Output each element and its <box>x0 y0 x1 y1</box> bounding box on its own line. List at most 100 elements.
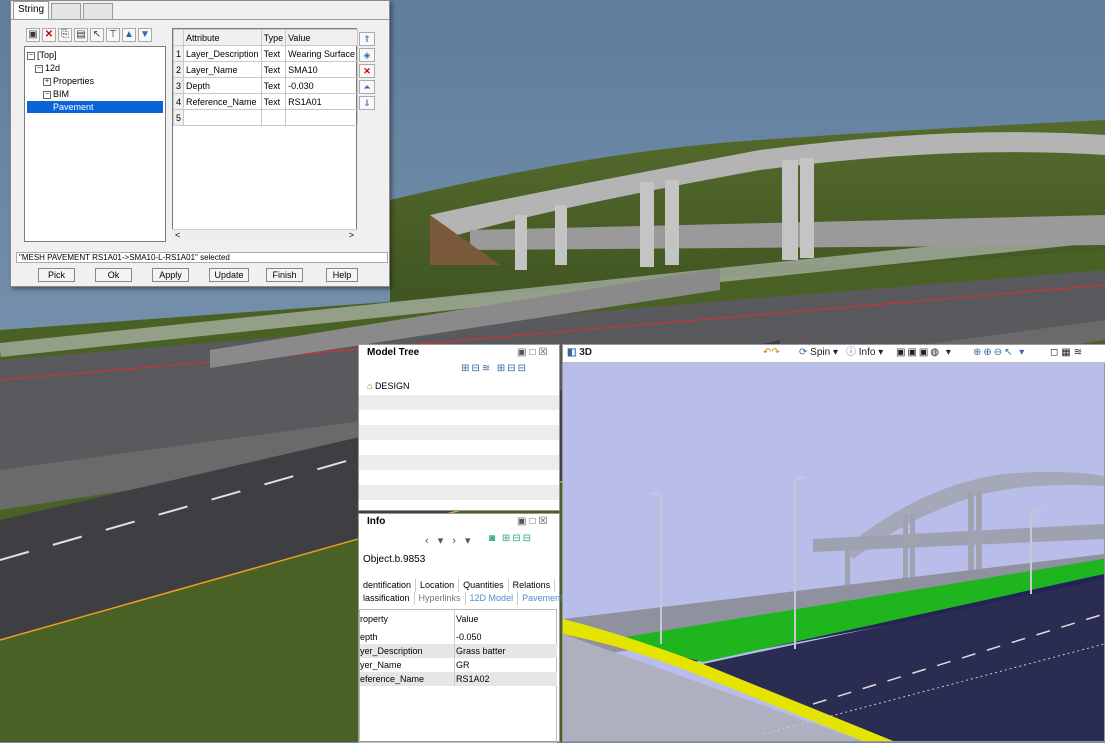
collapse-icon[interactable]: − <box>27 51 35 60</box>
down-icon[interactable]: ▼ <box>138 28 152 42</box>
tree-node-12d[interactable]: −12d <box>35 62 60 74</box>
update-button[interactable]: Update <box>209 268 249 282</box>
undo-redo-icons[interactable]: ↶↷ <box>763 345 780 361</box>
move-up-icon[interactable]: ⇑ <box>359 32 375 46</box>
table-row[interactable]: 3 Depth Text -0.030 <box>172 77 358 94</box>
scroll-right-icon[interactable]: > <box>349 230 354 240</box>
ok-button[interactable]: Ok <box>95 268 132 282</box>
cell-value[interactable]: RS1A01 <box>285 93 358 110</box>
status-bar: "MESH PAVEMENT RS1A01->SMA10-L-RS1A01" s… <box>16 252 388 263</box>
layout-icons[interactable]: ◻▦≋ <box>1050 345 1085 361</box>
cell-value[interactable]: -0.030 <box>285 77 358 94</box>
cell-value[interactable] <box>285 109 358 126</box>
info-dropdown[interactable]: ⓘ Info ▾ <box>846 345 883 361</box>
tree-node-design[interactable]: ⌂ DESIGN <box>367 381 409 391</box>
3d-viewport[interactable] <box>563 364 1104 741</box>
up-icon[interactable]: ▲ <box>122 28 136 42</box>
new-icon[interactable]: ▣ <box>26 28 40 42</box>
collapse-icon[interactable]: − <box>35 64 43 73</box>
tab-2[interactable] <box>51 3 81 19</box>
table-row[interactable]: yer_Description Grass batter <box>360 644 557 658</box>
3d-view-panel: ◧ 3D ↶↷ ⟳ Spin ▾ ⓘ Info ▾ ▣▣▣◍ ▾ ⊕⊕⊖↖ ▾ … <box>562 344 1105 742</box>
table-row[interactable]: eference_Name RS1A02 <box>360 672 557 686</box>
paste-icon[interactable]: ▤ <box>74 28 88 42</box>
attribute-table: Attribute Type Value 1 Layer_Description T… <box>172 29 358 126</box>
move-top-icon[interactable]: ⏶ <box>359 80 375 94</box>
building-icon: ⌂ <box>367 381 375 391</box>
property-table: roperty Value epth -0.050 yer_Description G… <box>359 609 557 743</box>
tab-location[interactable]: Location <box>416 579 460 592</box>
cell-type[interactable] <box>260 109 287 126</box>
help-button[interactable]: Help <box>326 268 358 282</box>
cell-type[interactable]: Text <box>260 77 287 94</box>
insert-icon[interactable]: ◈ <box>359 48 375 62</box>
table-row[interactable]: 4 Reference_Name Text RS1A01 <box>172 93 358 110</box>
table-row[interactable]: epth -0.050 <box>360 630 557 644</box>
tab-12d-model[interactable]: 12D Model <box>466 592 519 605</box>
tree-node-top[interactable]: − [Top] <box>27 49 57 61</box>
cell-type[interactable]: Text <box>260 61 287 78</box>
col-attribute: Attribute <box>183 29 262 46</box>
zoom-icons[interactable]: ⊕⊕⊖↖ ▾ <box>973 345 1026 361</box>
cell-attribute[interactable]: Depth <box>183 77 262 94</box>
apply-button[interactable]: Apply <box>152 268 189 282</box>
model-tree-panel: Model Tree ▣□☒ ⊞⊟≋ ⊞⊟⊟ ⌂ DESIGN <box>358 344 560 511</box>
cell-value[interactable]: Wearing Surface <box>285 45 358 62</box>
cell-value[interactable]: SMA10 <box>285 61 358 78</box>
tab-identification[interactable]: dentification <box>359 579 417 592</box>
cube-icon: ◧ <box>567 347 580 358</box>
tree-node-properties[interactable]: + Properties <box>43 75 94 87</box>
tab-classification[interactable]: lassification <box>359 592 415 605</box>
attribute-grid: Attribute Type Value 1 Layer_Description T… <box>172 28 358 242</box>
spin-dropdown[interactable]: ⟳ Spin ▾ <box>799 345 838 361</box>
cell-attribute[interactable]: Layer_Description <box>183 45 262 62</box>
info-toolbar-icons[interactable]: ◙ ⊞⊟⊟ <box>489 533 533 544</box>
info-tabs-row1: dentification Location Quantities Relations <box>359 579 556 592</box>
delete-icon[interactable]: ✕ <box>42 28 56 42</box>
info-icon: ⓘ <box>846 347 859 358</box>
table-row[interactable]: yer_Name GR <box>360 658 557 672</box>
cell-attribute[interactable]: Reference_Name <box>183 93 262 110</box>
tab-divider <box>11 19 389 20</box>
tree-toolbar-icons[interactable]: ⊞⊟≋ ⊞⊟⊟ <box>461 363 528 374</box>
tab-relations[interactable]: Relations <box>509 579 556 592</box>
expand-icon[interactable]: + <box>43 77 51 86</box>
window-controls-icon[interactable]: ▣□☒ <box>517 516 550 527</box>
cell-type[interactable]: Text <box>260 93 287 110</box>
info-panel: Info ▣□☒ ‹ ▾ › ▾ ◙ ⊞⊟⊟ Object.b.9853 den… <box>358 513 568 743</box>
3d-toolbar: ◧ 3D ↶↷ ⟳ Spin ▾ ⓘ Info ▾ ▣▣▣◍ ▾ ⊕⊕⊖↖ ▾ … <box>563 345 1105 363</box>
table-row[interactable]: 5 <box>172 109 358 126</box>
tree-node-pavement[interactable]: Pavement <box>27 101 163 113</box>
row-number: 4 <box>172 93 185 110</box>
collapse-icon[interactable]: − <box>43 90 51 99</box>
dialog-tabstrip: String <box>11 1 389 19</box>
tab-pavement[interactable]: Pavement <box>518 592 568 605</box>
pick-button[interactable]: Pick <box>38 268 75 282</box>
move-down-icon[interactable]: ⇓ <box>359 96 375 110</box>
table-row[interactable]: 1 Layer_Description Text Wearing Surface <box>172 45 358 62</box>
tree-node-bim[interactable]: − BIM <box>43 88 69 100</box>
tab-hyperlinks[interactable]: Hyperlinks <box>415 592 466 605</box>
table-row[interactable]: 2 Layer_Name Text SMA10 <box>172 61 358 78</box>
info-tabs-row2: lassification Hyperlinks 12D Model Pavement <box>359 592 568 605</box>
tab-3[interactable] <box>83 3 113 19</box>
cell-attribute[interactable]: Layer_Name <box>183 61 262 78</box>
copy-icon[interactable]: ⎘ <box>58 28 72 42</box>
horizontal-scrollbar[interactable]: < > <box>172 229 357 242</box>
nav-icons[interactable]: ‹ ▾ › ▾ <box>425 534 474 547</box>
row-number: 3 <box>172 77 185 94</box>
spin-icon: ⟳ <box>799 347 811 358</box>
tab-quantities[interactable]: Quantities <box>459 579 509 592</box>
filter-icon[interactable]: ⊤ <box>106 28 120 42</box>
window-controls-icon[interactable]: ▣□☒ <box>517 347 550 358</box>
object-id: Object.b.9853 <box>363 554 426 565</box>
row-stripe <box>359 455 559 470</box>
cell-attribute[interactable] <box>183 109 262 126</box>
scroll-left-icon[interactable]: < <box>175 230 180 240</box>
view-mode-icons[interactable]: ▣▣▣◍ ▾ <box>896 345 953 361</box>
tab-string[interactable]: String <box>13 1 49 19</box>
pointer-icon[interactable]: ↖ <box>90 28 104 42</box>
delete-row-icon[interactable]: ✕ <box>359 64 375 78</box>
cell-type[interactable]: Text <box>260 45 287 62</box>
finish-button[interactable]: Finish <box>266 268 303 282</box>
